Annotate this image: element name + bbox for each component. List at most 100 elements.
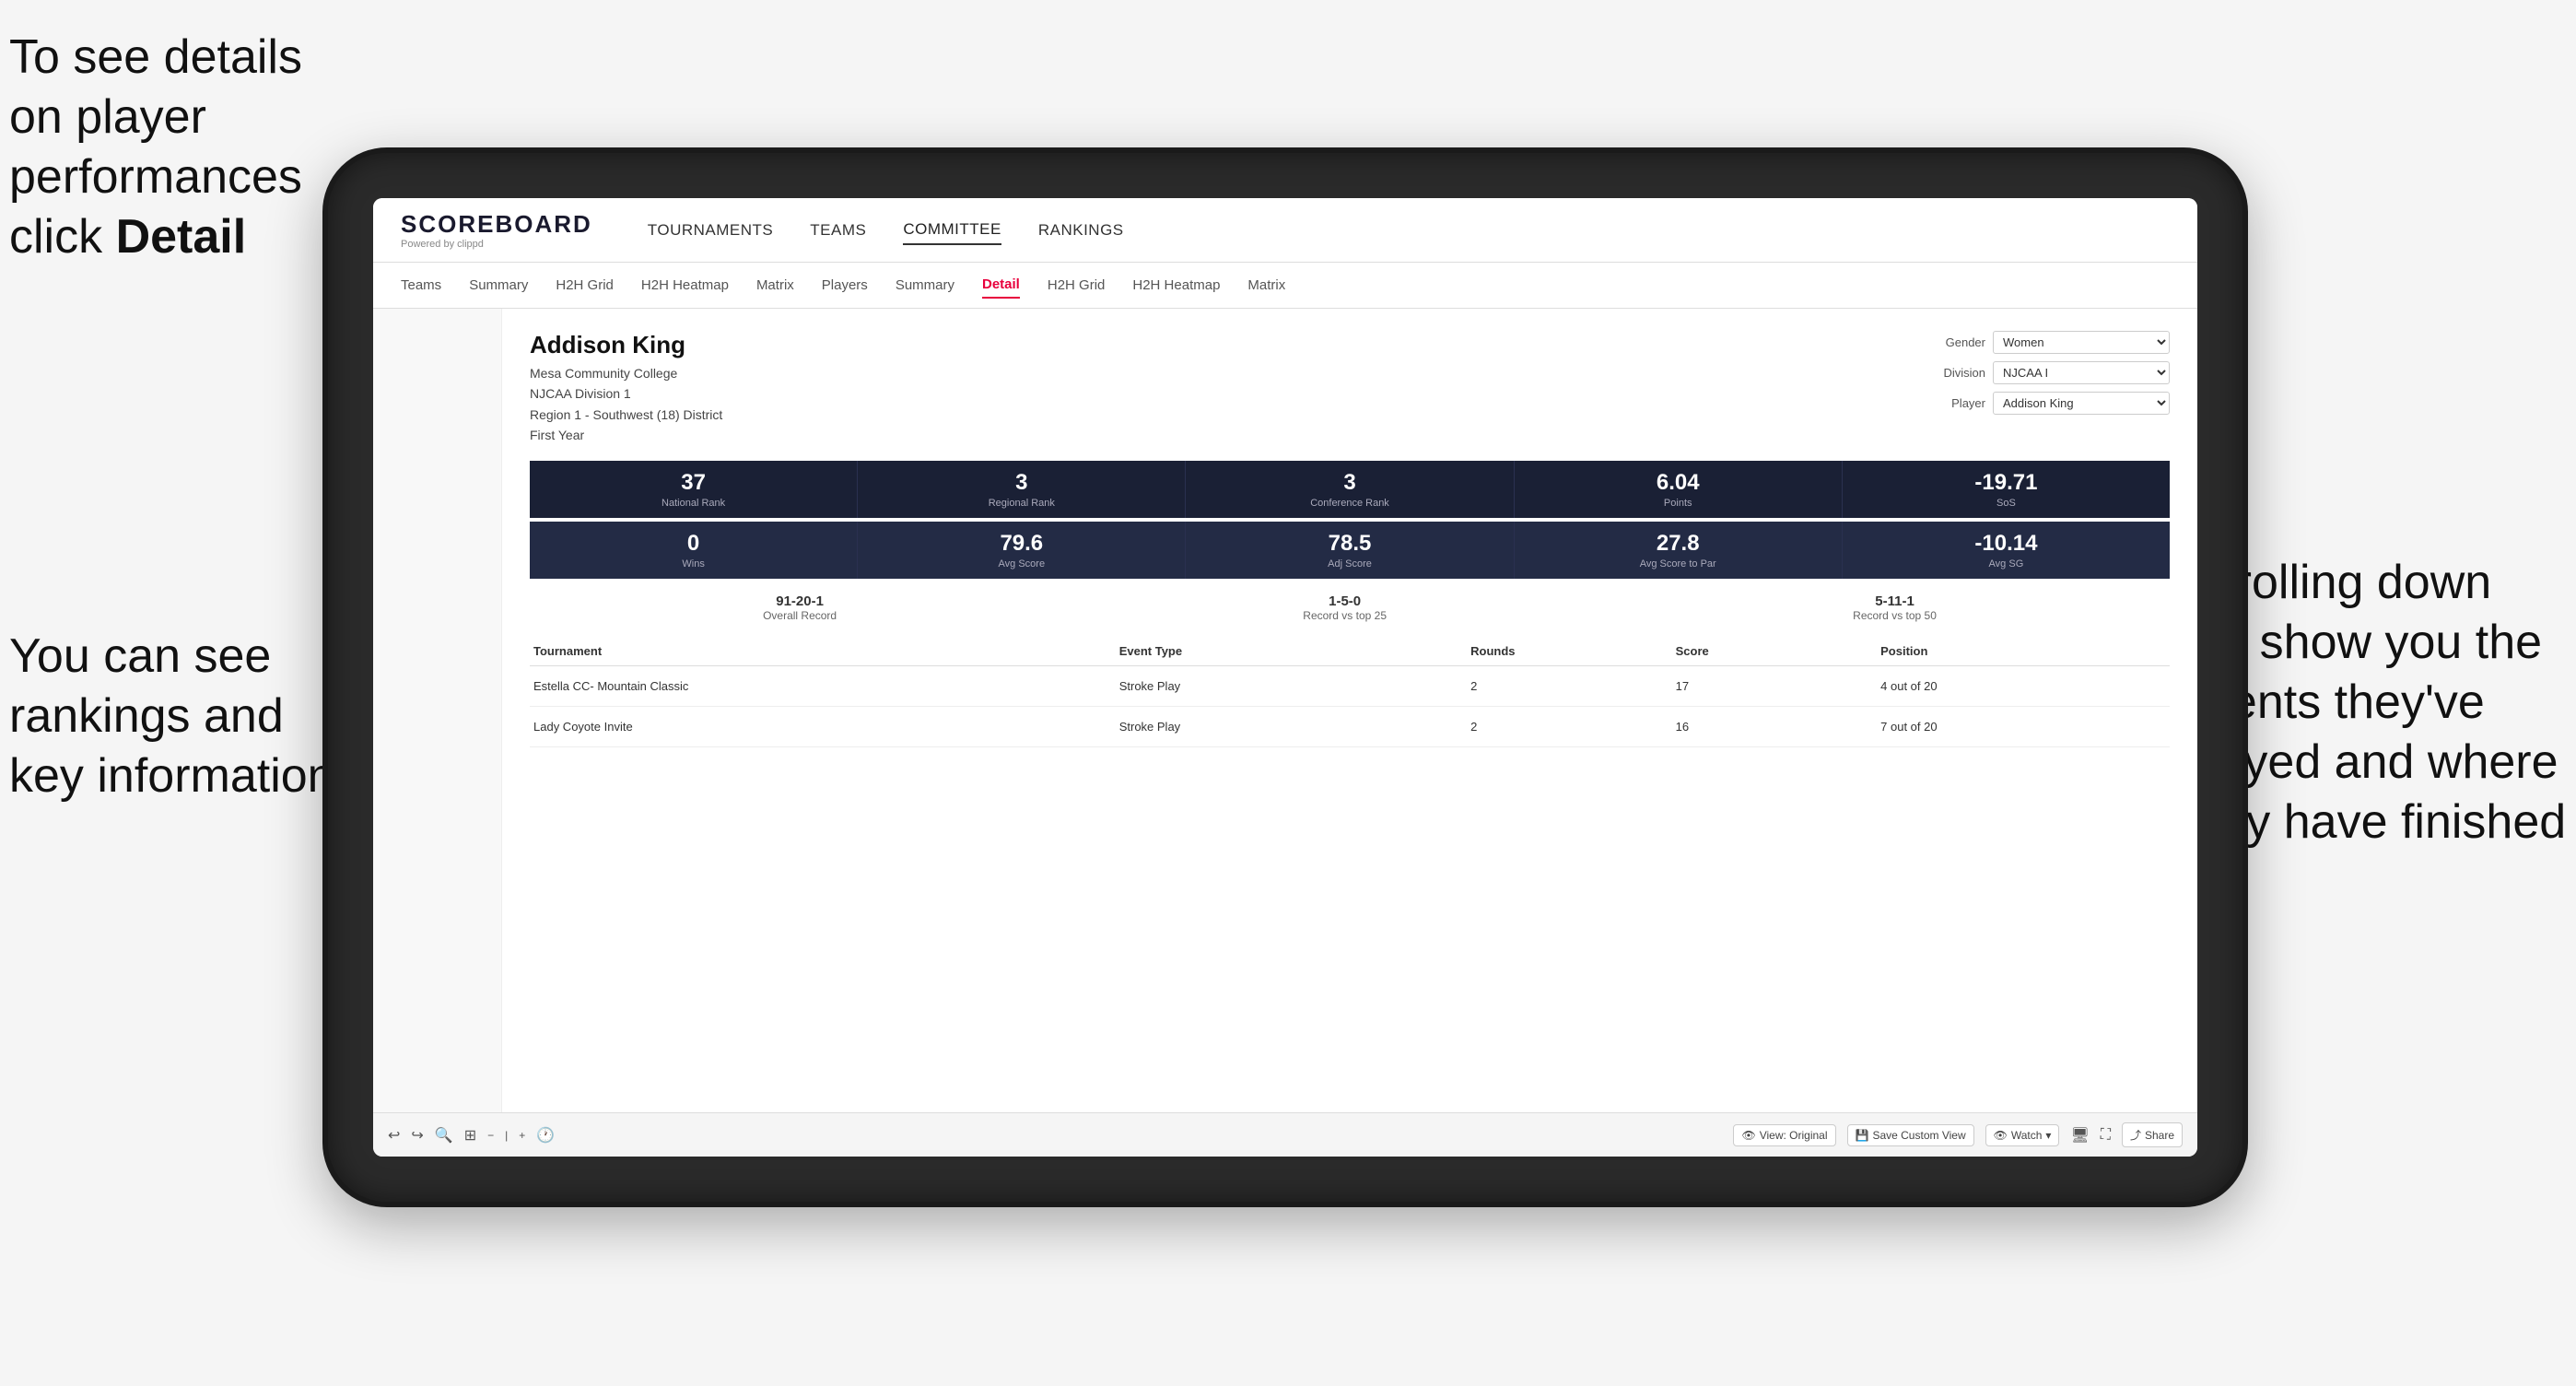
detail-panel: Addison King Mesa Community College NJCA… [502,309,2197,1112]
stat-label-avg-sg: Avg SG [1850,558,2162,570]
stat-label-conference: Conference Rank [1193,498,1505,509]
sub-nav-matrix2[interactable]: Matrix [1247,273,1285,298]
stat-conference-rank: 3 Conference Rank [1186,461,1514,518]
record-overall: 91-20-1 Overall Record [763,593,837,622]
main-content: Addison King Mesa Community College NJCA… [373,309,2197,1112]
stat-value-avg-score: 79.6 [865,531,1177,557]
table-header: Tournament Event Type Rounds Score Posit… [530,637,2170,666]
division-select[interactable]: NJCAA I NJCAA II [1993,361,2170,384]
watch-icon: 👁 [1994,1129,2008,1142]
toolbar-save-custom-button[interactable]: 💾 Save Custom View [1847,1124,1974,1146]
toolbar-minus-icon[interactable]: − [487,1129,494,1142]
sub-nav-detail[interactable]: Detail [982,272,1020,299]
nav-teams[interactable]: TEAMS [810,217,866,244]
stat-label-avg-score: Avg Score [865,558,1177,570]
cell-event-type-2: Stroke Play [1116,720,1467,734]
save-icon: 💾 [1856,1129,1869,1142]
table-row[interactable]: Lady Coyote Invite Stroke Play 2 16 7 ou… [530,707,2170,747]
stat-label-sos: SoS [1850,498,2162,509]
record-top25: 1-5-0 Record vs top 25 [1303,593,1387,622]
sub-nav: Teams Summary H2H Grid H2H Heatmap Matri… [373,263,2197,309]
sidebar [373,309,502,1112]
player-college: Mesa Community College [530,363,722,383]
nav-rankings[interactable]: RANKINGS [1038,217,1124,244]
stat-value-wins: 0 [537,531,849,557]
toolbar-undo-icon[interactable]: ↩ [388,1126,400,1145]
sub-nav-summary[interactable]: Summary [469,273,528,298]
player-label: Player [1930,396,1985,410]
logo-text: SCOREBOARD [401,210,592,239]
gender-select[interactable]: Women Men [1993,331,2170,354]
annotation-left-top: To see details on player performances cl… [9,28,359,267]
stat-value-sos: -19.71 [1850,470,2162,496]
sub-nav-teams[interactable]: Teams [401,273,441,298]
player-header: Addison King Mesa Community College NJCA… [530,331,2170,446]
stat-label-wins: Wins [537,558,849,570]
cell-rounds-1: 2 [1467,679,1672,693]
sub-nav-h2h-grid[interactable]: H2H Grid [556,273,614,298]
col-position: Position [1877,644,2170,658]
stats-row1: 37 National Rank 3 Regional Rank 3 Confe… [530,461,2170,518]
stat-avg-sg: -10.14 Avg SG [1843,522,2170,579]
annotation-left-bottom: You can see rankings and key information [9,627,359,806]
stat-points: 6.04 Points [1515,461,1843,518]
player-select[interactable]: Addison King [1993,392,2170,415]
stat-value-points: 6.04 [1522,470,1834,496]
col-score: Score [1672,644,1878,658]
player-year: First Year [530,425,722,445]
toolbar-share-button[interactable]: ⤴ Share [2122,1122,2183,1147]
watch-chevron-icon: ▾ [2045,1129,2051,1142]
share-icon: ⤴ [2130,1127,2141,1143]
stat-label-points: Points [1522,498,1834,509]
sub-nav-matrix[interactable]: Matrix [756,273,794,298]
cell-position-2: 7 out of 20 [1877,720,2170,734]
stat-value-avg-sg: -10.14 [1850,531,2162,557]
stat-sos: -19.71 SoS [1843,461,2170,518]
record-label-overall: Overall Record [763,609,837,622]
top-nav: SCOREBOARD Powered by clippd TOURNAMENTS… [373,198,2197,263]
control-player: Player Addison King [1930,392,2170,415]
toolbar-view-original-button[interactable]: 👁 View: Original [1733,1124,1835,1146]
col-tournament: Tournament [530,644,1116,658]
player-controls: Gender Women Men Division NJCAA I NJCAA … [1930,331,2170,415]
toolbar-dash: | [505,1129,508,1142]
record-value-top25: 1-5-0 [1303,593,1387,609]
toolbar-plus-icon[interactable]: + [519,1129,525,1142]
table-row[interactable]: Estella CC- Mountain Classic Stroke Play… [530,666,2170,707]
division-label: Division [1930,366,1985,380]
toolbar-view-label: View: Original [1760,1129,1828,1142]
tablet-screen: SCOREBOARD Powered by clippd TOURNAMENTS… [373,198,2197,1157]
sub-nav-players[interactable]: Players [822,273,868,298]
toolbar-monitor-icon[interactable]: 🖥 [2070,1126,2089,1145]
gender-label: Gender [1930,335,1985,349]
stat-label-avg-score-par: Avg Score to Par [1522,558,1834,570]
toolbar-redo-icon[interactable]: ↪ [411,1126,423,1145]
cell-score-1: 17 [1672,679,1878,693]
record-label-top50: Record vs top 50 [1853,609,1937,622]
stat-regional-rank: 3 Regional Rank [858,461,1186,518]
player-region: Region 1 - Southwest (18) District [530,405,722,425]
record-value-top50: 5-11-1 [1853,593,1937,609]
cell-event-type-1: Stroke Play [1116,679,1467,693]
col-rounds: Rounds [1467,644,1672,658]
sub-nav-summary2[interactable]: Summary [896,273,954,298]
cell-rounds-2: 2 [1467,720,1672,734]
col-event-type: Event Type [1116,644,1467,658]
toolbar-watch-button[interactable]: 👁 Watch ▾ [1985,1124,2060,1146]
view-icon: 👁 [1741,1129,1755,1142]
sub-nav-h2h-heatmap2[interactable]: H2H Heatmap [1132,273,1220,298]
stat-adj-score: 78.5 Adj Score [1186,522,1514,579]
sub-nav-h2h-heatmap[interactable]: H2H Heatmap [641,273,729,298]
stat-avg-score: 79.6 Avg Score [858,522,1186,579]
nav-tournaments[interactable]: TOURNAMENTS [648,217,773,244]
nav-committee[interactable]: COMMITTEE [903,216,1001,245]
annotation-text-bottom: You can see rankings and key information [9,629,334,803]
toolbar-grid-icon[interactable]: ⊞ [464,1126,476,1145]
toolbar-save-label: Save Custom View [1872,1129,1965,1142]
toolbar-clock-icon[interactable]: 🕐 [536,1126,555,1145]
sub-nav-h2h-grid2[interactable]: H2H Grid [1048,273,1106,298]
bottom-toolbar: ↩ ↪ 🔍 ⊞ − | + 🕐 👁 View: Original 💾 Save … [373,1112,2197,1157]
toolbar-fullscreen-icon[interactable]: ⛶ [2101,1127,2111,1144]
stat-label-national: National Rank [537,498,849,509]
toolbar-zoom-icon[interactable]: 🔍 [435,1126,453,1145]
